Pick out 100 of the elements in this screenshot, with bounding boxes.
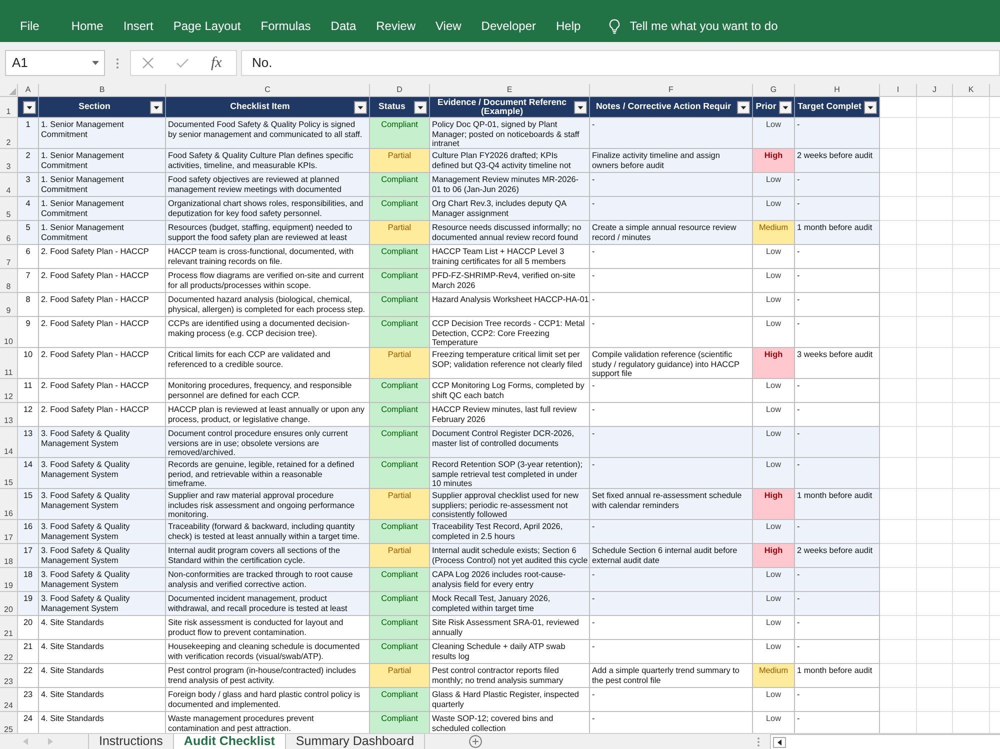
row-header[interactable]: 2: [0, 118, 18, 149]
table-cell: Cleaning Schedule + daily ATP swab results log: [430, 640, 590, 663]
ribbon-tab[interactable]: Formulas: [250, 16, 321, 36]
ribbon-tab[interactable]: Developer: [471, 16, 546, 36]
row-header[interactable]: 18: [0, 544, 18, 568]
name-box[interactable]: A1: [5, 50, 105, 76]
table-cell: 1. Senior Management Commitment: [39, 197, 166, 220]
function-button[interactable]: fx: [211, 55, 222, 71]
priority-cell: Low: [753, 568, 795, 591]
priority-cell: Low: [753, 403, 795, 426]
ribbon-tab[interactable]: View: [426, 16, 472, 36]
ribbon-tab[interactable]: Review: [366, 16, 426, 36]
row-header[interactable]: 3: [0, 149, 18, 173]
row-header[interactable]: 7: [0, 245, 18, 269]
table-cell: 3: [18, 173, 39, 196]
horizontal-scrollbar[interactable]: [770, 734, 1000, 749]
header-cell-text: Evidence / Document Referenc (Example): [436, 98, 568, 116]
ribbon-tab[interactable]: File: [10, 16, 50, 36]
row-header[interactable]: 19: [0, 568, 18, 592]
column-header[interactable]: I: [880, 84, 917, 97]
cancel-icon[interactable]: [142, 57, 154, 69]
column-header[interactable]: D: [370, 84, 430, 97]
column-header[interactable]: J: [917, 84, 953, 97]
status-cell: Compliant: [370, 197, 430, 220]
grip-icon: [116, 58, 119, 68]
empty-cell: [917, 640, 953, 664]
column-header[interactable]: G: [753, 84, 795, 97]
table-cell: 1 month before audit: [795, 489, 880, 519]
row-header[interactable]: 24: [0, 688, 18, 712]
priority-cell: Low: [753, 379, 795, 402]
table-cell: CCP Decision Tree records - CCP1: Metal Detection, CCP2: Core Freezing Temperature: [430, 317, 590, 347]
row-header[interactable]: 12: [0, 379, 18, 403]
row-header[interactable]: 4: [0, 173, 18, 197]
filter-dropdown-icon[interactable]: [864, 100, 877, 114]
empty-cell: [917, 688, 953, 712]
ribbon-tab[interactable]: Page Layout: [163, 16, 251, 36]
empty-cell: [917, 568, 953, 592]
row-header[interactable]: 23: [0, 664, 18, 688]
row-header[interactable]: 16: [0, 489, 18, 520]
ribbon-tab[interactable]: Data: [320, 16, 366, 36]
column-header[interactable]: A: [18, 84, 39, 97]
ribbon-tab[interactable]: Insert: [113, 16, 164, 36]
empty-cell: [917, 489, 953, 520]
header-cell-text: Section: [78, 102, 112, 112]
row-header[interactable]: 10: [0, 317, 18, 348]
filter-dropdown-icon[interactable]: [354, 100, 367, 114]
sheet-tab[interactable]: Summary Dashboard: [286, 734, 426, 749]
column-header[interactable]: E: [430, 84, 590, 97]
filter-dropdown-icon[interactable]: [574, 100, 587, 114]
search-prompt[interactable]: Tell me what you want to do: [630, 16, 778, 36]
filter-dropdown-icon[interactable]: [737, 100, 750, 114]
status-cell: Compliant: [370, 118, 430, 148]
column-header[interactable]: C: [166, 84, 370, 97]
table-cell: Mock Recall Test, January 2026, completed within target time: [430, 592, 590, 615]
table-cell: -: [795, 616, 880, 639]
row-header[interactable]: 1: [0, 97, 18, 118]
filter-dropdown-icon[interactable]: [150, 100, 163, 114]
table-cell: Site Risk Assessment SRA-01, reviewed annually: [430, 616, 590, 639]
row-header[interactable]: 9: [0, 293, 18, 317]
table-cell: CAPA Log 2026 includes root-cause- analysis field for every entry: [430, 568, 590, 591]
filter-dropdown-icon[interactable]: [23, 100, 36, 114]
table-cell: -: [590, 118, 753, 148]
table-cell: 5: [18, 221, 39, 244]
sheet-tab[interactable]: Audit Checklist: [174, 734, 286, 749]
table-cell: -: [590, 688, 753, 711]
column-header[interactable]: B: [39, 84, 166, 97]
caret-icon[interactable]: [92, 61, 99, 65]
filter-dropdown-icon[interactable]: [414, 100, 427, 114]
row-header[interactable]: 6: [0, 221, 18, 245]
plus-circle-icon[interactable]: [469, 735, 482, 748]
row-header[interactable]: 13: [0, 403, 18, 427]
row-header[interactable]: 25: [0, 712, 18, 733]
row-header[interactable]: 5: [0, 197, 18, 221]
formula-input[interactable]: No.: [241, 50, 1000, 76]
status-cell: Compliant: [370, 173, 430, 196]
row-header[interactable]: 21: [0, 616, 18, 640]
row-header[interactable]: 20: [0, 592, 18, 616]
table-cell: Org Chart Rev.3, includes deputy QA Manager assignment: [430, 197, 590, 220]
ribbon-tab[interactable]: Help: [546, 16, 591, 36]
priority-cell: High: [753, 544, 795, 567]
empty-cell: [917, 173, 953, 197]
ribbon-tab[interactable]: Home: [61, 16, 114, 36]
table-cell: 20: [18, 616, 39, 639]
row-header[interactable]: 15: [0, 458, 18, 489]
row-header[interactable]: 14: [0, 427, 18, 458]
column-header[interactable]: H: [795, 84, 880, 97]
table-cell: -: [795, 592, 880, 615]
status-cell: Compliant: [370, 317, 430, 347]
row-header[interactable]: 22: [0, 640, 18, 664]
row-header[interactable]: 11: [0, 348, 18, 379]
grip-icon[interactable]: [757, 736, 760, 746]
row-header[interactable]: 17: [0, 520, 18, 544]
row-header[interactable]: 8: [0, 269, 18, 293]
table-cell: 2 weeks before audit: [795, 149, 880, 172]
table-cell: 3. Food Safety & Quality Management System: [39, 568, 166, 591]
filter-dropdown-icon[interactable]: [779, 100, 792, 114]
checkmark-icon[interactable]: [176, 58, 189, 68]
column-header[interactable]: F: [590, 84, 753, 97]
column-header[interactable]: K: [953, 84, 990, 97]
table-cell: 2. Food Safety Plan - HACCP: [39, 269, 166, 292]
